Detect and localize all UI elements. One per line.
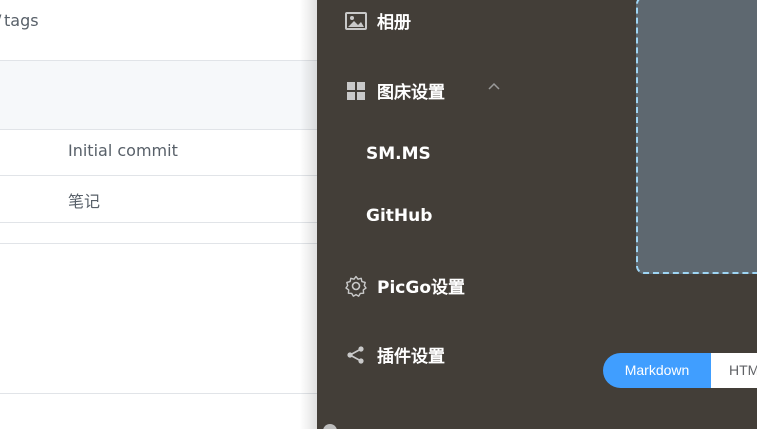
sidebar-item-picgo-settings[interactable]: PicGo设置 (345, 273, 465, 298)
submenu-item-github[interactable]: GitHub (366, 206, 432, 226)
image-icon (345, 10, 367, 32)
sidebar-item-plugin-settings[interactable]: 插件设置 (345, 342, 445, 367)
upload-drop-zone[interactable] (636, 0, 757, 274)
commit-message[interactable]: 笔记 (68, 188, 100, 212)
tags-link[interactable]: / tags (0, 11, 39, 30)
repo-page: / tags Initial commit 笔记 (0, 0, 317, 429)
sidebar-item-label: PicGo设置 (377, 278, 465, 298)
commit-message[interactable]: Initial commit (68, 141, 178, 160)
sidebar-item-label: 图床设置 (377, 83, 445, 103)
chevron-up-icon[interactable] (487, 80, 501, 94)
sidebar-item-album[interactable]: 相册 (345, 8, 411, 33)
grid-icon (345, 80, 367, 102)
tags-glyph: / (0, 11, 1, 30)
gear-icon (345, 275, 367, 297)
divider (0, 243, 317, 244)
sidebar-item-image-host[interactable]: 图床设置 (345, 78, 445, 103)
share-icon (345, 344, 367, 366)
format-option-markdown[interactable]: Markdown (603, 353, 711, 388)
divider (0, 393, 317, 394)
table-row[interactable]: Initial commit (0, 129, 317, 176)
panel-shadow (300, 0, 317, 429)
picgo-window: 相册 图床设置 SM.MS GitHub PicGo设置 插件设置 Markdo… (317, 0, 757, 429)
sidebar-item-label: 相册 (377, 13, 411, 33)
submenu-item-smms[interactable]: SM.MS (366, 144, 431, 164)
info-icon[interactable] (323, 424, 337, 429)
sidebar-item-label: 插件设置 (377, 347, 445, 367)
file-list-header (0, 60, 317, 130)
format-option-html[interactable]: HTM (711, 353, 757, 388)
tags-label: tags (4, 11, 39, 30)
table-row[interactable]: 笔记 (0, 176, 317, 223)
link-format-toggle: Markdown HTM (603, 353, 757, 388)
